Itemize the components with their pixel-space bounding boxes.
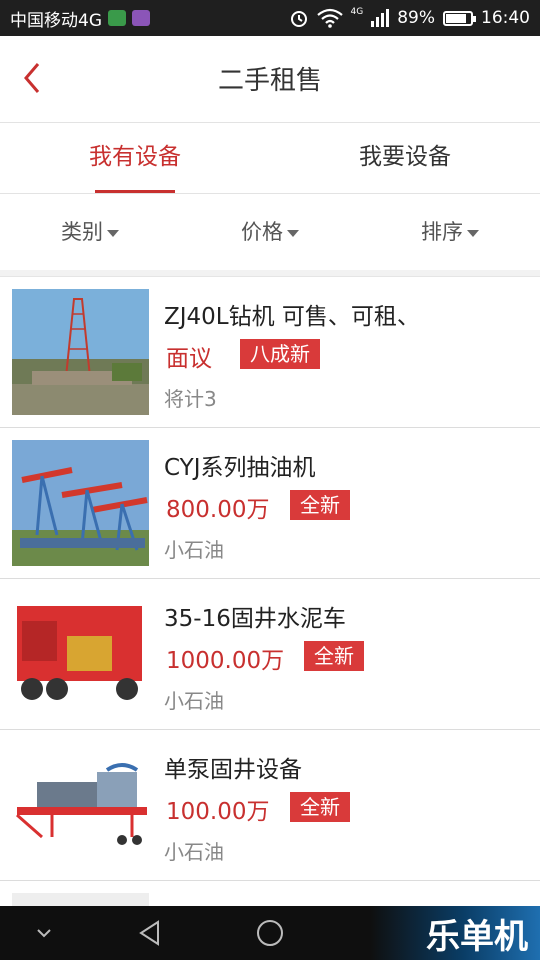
system-nav-bar: 乐单机 bbox=[0, 906, 540, 960]
filter-category[interactable]: 类别 bbox=[0, 194, 180, 270]
listing-title: 35-16固井水泥车 bbox=[164, 606, 346, 632]
seller-name: 小石油 bbox=[164, 689, 224, 713]
filter-price[interactable]: 价格 bbox=[180, 194, 360, 270]
filter-category-label: 类别 bbox=[61, 220, 103, 244]
chevron-down-icon[interactable] bbox=[34, 923, 54, 943]
condition-badge: 全新 bbox=[290, 792, 350, 822]
filter-price-label: 价格 bbox=[241, 220, 283, 244]
caret-down-icon bbox=[287, 229, 299, 237]
pump-jack-image bbox=[12, 440, 149, 566]
carrier-label: 中国移动4G bbox=[10, 10, 102, 31]
seller-name: 将计3 bbox=[164, 387, 217, 411]
clock: 16:40 bbox=[481, 8, 530, 28]
condition-badge: 全新 bbox=[304, 641, 364, 671]
filter-bar: 类别 价格 排序 bbox=[0, 194, 540, 271]
caret-down-icon bbox=[467, 229, 479, 237]
battery-icon bbox=[443, 10, 476, 26]
list-item[interactable]: CYJ系列抽油机 800.00万 全新 小石油 bbox=[0, 428, 540, 579]
watermark-logo: 乐单机 bbox=[370, 906, 540, 960]
list-item[interactable]: 35-16固井水泥车 1000.00万 全新 小石油 bbox=[0, 579, 540, 730]
list-item[interactable]: 单泵固井设备 100.00万 全新 小石油 bbox=[0, 730, 540, 881]
alarm-icon bbox=[290, 11, 307, 27]
listing-price: 800.00万 bbox=[166, 497, 270, 523]
tab-want-equipment[interactable]: 我要设备 bbox=[270, 123, 540, 193]
seller-name: 小石油 bbox=[164, 538, 224, 562]
sim-icon bbox=[108, 10, 126, 26]
filter-sort-label: 排序 bbox=[421, 220, 463, 244]
listing-title: CYJ系列抽油机 bbox=[164, 455, 316, 481]
wifi-icon bbox=[316, 8, 343, 28]
home-nav-icon[interactable] bbox=[255, 918, 285, 948]
network-type-label: 4G bbox=[350, 7, 364, 17]
tab-bar: 我有设备 我要设备 bbox=[0, 123, 540, 194]
section-divider bbox=[0, 270, 540, 277]
cement-truck-image bbox=[12, 591, 149, 717]
tab-have-equipment[interactable]: 我有设备 bbox=[0, 123, 270, 193]
listing-price: 100.00万 bbox=[166, 799, 270, 825]
caret-down-icon bbox=[107, 229, 119, 237]
back-nav-icon[interactable] bbox=[136, 919, 164, 947]
listing-price: 面议 bbox=[166, 346, 212, 372]
listing-title: ZJ40L钻机 可售、可租、 bbox=[164, 304, 420, 330]
page-title: 二手租售 bbox=[217, 66, 322, 96]
signal-icon bbox=[371, 9, 390, 27]
battery-percent: 89% bbox=[397, 8, 435, 28]
list-item[interactable]: ZJ40L钻机 可售、可租、 面议 八成新 将计3 bbox=[0, 277, 540, 428]
listing-price: 1000.00万 bbox=[166, 648, 285, 674]
condition-badge: 八成新 bbox=[240, 339, 320, 369]
equipment-list: ZJ40L钻机 可售、可租、 面议 八成新 将计3 CYJ系列抽油机 800.0… bbox=[0, 277, 540, 921]
condition-badge: 全新 bbox=[290, 490, 350, 520]
listing-title: 单泵固井设备 bbox=[164, 757, 302, 783]
app-header: 二手租售 bbox=[0, 36, 540, 123]
seller-name: 小石油 bbox=[164, 840, 224, 864]
cementing-unit-image bbox=[12, 742, 149, 868]
status-right: 4G 89% 16:40 bbox=[289, 7, 530, 28]
filter-sort[interactable]: 排序 bbox=[360, 194, 540, 270]
carrier-group: 中国移动4G bbox=[10, 6, 150, 31]
gallery-icon bbox=[132, 10, 150, 26]
drilling-rig-image bbox=[12, 289, 149, 415]
status-bar: 中国移动4G 4G 89% 16:40 bbox=[0, 0, 540, 36]
